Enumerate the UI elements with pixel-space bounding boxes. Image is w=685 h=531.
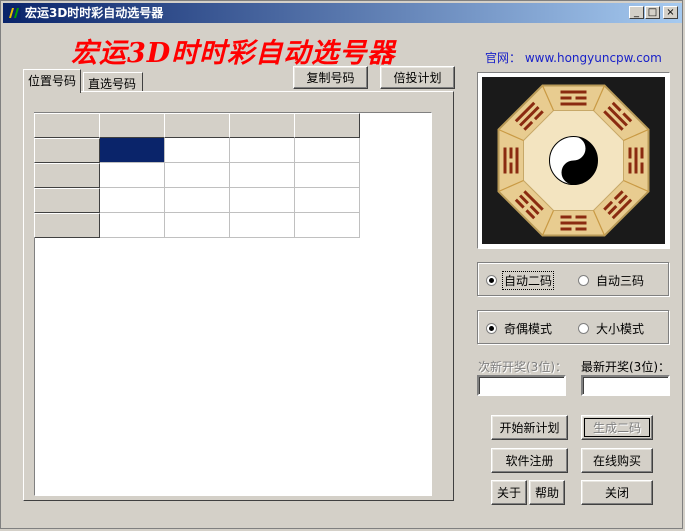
- copy-numbers-button[interactable]: 复制号码: [293, 66, 368, 89]
- grid-cell[interactable]: [165, 188, 230, 213]
- maximize-button[interactable]: □: [645, 6, 660, 19]
- radio-label: 自动二码: [501, 271, 555, 290]
- grid-column-header[interactable]: [164, 113, 230, 138]
- multiplier-plan-button[interactable]: 倍投计划: [380, 66, 455, 89]
- tab-label: 位置号码: [28, 74, 77, 88]
- radio-label: 自动三码: [596, 274, 645, 288]
- grid-cell[interactable]: [295, 188, 360, 213]
- about-button[interactable]: 关于: [491, 480, 527, 505]
- bagua-yinyang-icon: [478, 73, 669, 248]
- grid-cell-selected[interactable]: [100, 138, 165, 163]
- previous-draw-label: 次新开奖(3位)：: [478, 360, 567, 374]
- radio-big-small[interactable]: 大小模式: [578, 320, 645, 337]
- grid-corner-cell: [34, 113, 100, 138]
- bagua-image-frame: [477, 72, 670, 249]
- grid-cell[interactable]: [295, 138, 360, 163]
- help-button[interactable]: 帮助: [529, 480, 565, 505]
- grid-cell[interactable]: [230, 213, 295, 238]
- grid-column-header[interactable]: [99, 113, 165, 138]
- close-window-button[interactable]: ×: [663, 6, 678, 19]
- grid-cell[interactable]: [230, 188, 295, 213]
- close-button[interactable]: 关闭: [581, 480, 653, 505]
- grid-cell[interactable]: [100, 213, 165, 238]
- grid-cell[interactable]: [165, 213, 230, 238]
- radio-label: 奇偶模式: [504, 322, 553, 336]
- latest-draw-input[interactable]: [581, 375, 670, 396]
- previous-draw-input[interactable]: [477, 375, 566, 396]
- grid-column-header[interactable]: [229, 113, 295, 138]
- grid-row-header[interactable]: [34, 213, 100, 238]
- tab-position-numbers[interactable]: 位置号码: [23, 69, 81, 93]
- radio-odd-even[interactable]: 奇偶模式: [486, 320, 553, 337]
- tab-direct-numbers[interactable]: 直选号码: [83, 72, 143, 92]
- app-logo-icon: [7, 6, 21, 20]
- grid-cell[interactable]: [100, 188, 165, 213]
- maximize-icon: □: [647, 6, 658, 18]
- register-button[interactable]: 软件注册: [491, 448, 568, 473]
- grid-cell[interactable]: [295, 213, 360, 238]
- grid-cell[interactable]: [165, 138, 230, 163]
- grid-cell[interactable]: [165, 163, 230, 188]
- website-link[interactable]: 官网： www.hongyuncpw.com: [485, 49, 662, 66]
- minimize-button[interactable]: _: [629, 6, 644, 19]
- grid-cell[interactable]: [295, 163, 360, 188]
- grid-row-header[interactable]: [34, 138, 100, 163]
- grid-row-header[interactable]: [34, 188, 100, 213]
- minimize-icon: _: [634, 6, 639, 18]
- start-new-plan-button[interactable]: 开始新计划: [491, 415, 568, 440]
- grid-cell[interactable]: [230, 138, 295, 163]
- radio-checked-icon: [486, 275, 497, 286]
- buy-online-button[interactable]: 在线购买: [581, 448, 653, 473]
- generate-two-button[interactable]: 生成二码: [581, 415, 653, 440]
- banner-title: 宏运3D时时彩自动选号器: [71, 38, 396, 69]
- grid-column-header[interactable]: [294, 113, 360, 138]
- radio-checked-icon: [486, 323, 497, 334]
- radio-auto-two[interactable]: 自动二码: [486, 271, 555, 290]
- radio-unchecked-icon: [578, 275, 589, 286]
- tab-label: 直选号码: [88, 77, 137, 91]
- radio-label: 大小模式: [596, 322, 645, 336]
- radio-auto-three[interactable]: 自动三码: [578, 272, 645, 289]
- latest-draw-label: 最新开奖(3位)：: [581, 360, 670, 374]
- close-icon: ×: [666, 6, 675, 18]
- grid-cell[interactable]: [100, 163, 165, 188]
- window-title: 宏运3D时时彩自动选号器: [25, 6, 164, 20]
- grid-row-header[interactable]: [34, 163, 100, 188]
- grid-cell[interactable]: [230, 163, 295, 188]
- radio-unchecked-icon: [578, 323, 589, 334]
- title-bar[interactable]: 宏运3D时时彩自动选号器 _ □ ×: [3, 3, 682, 23]
- app-window: 宏运3D时时彩自动选号器 _ □ × 宏运3D时时彩自动选号器 官网： www.…: [0, 0, 683, 529]
